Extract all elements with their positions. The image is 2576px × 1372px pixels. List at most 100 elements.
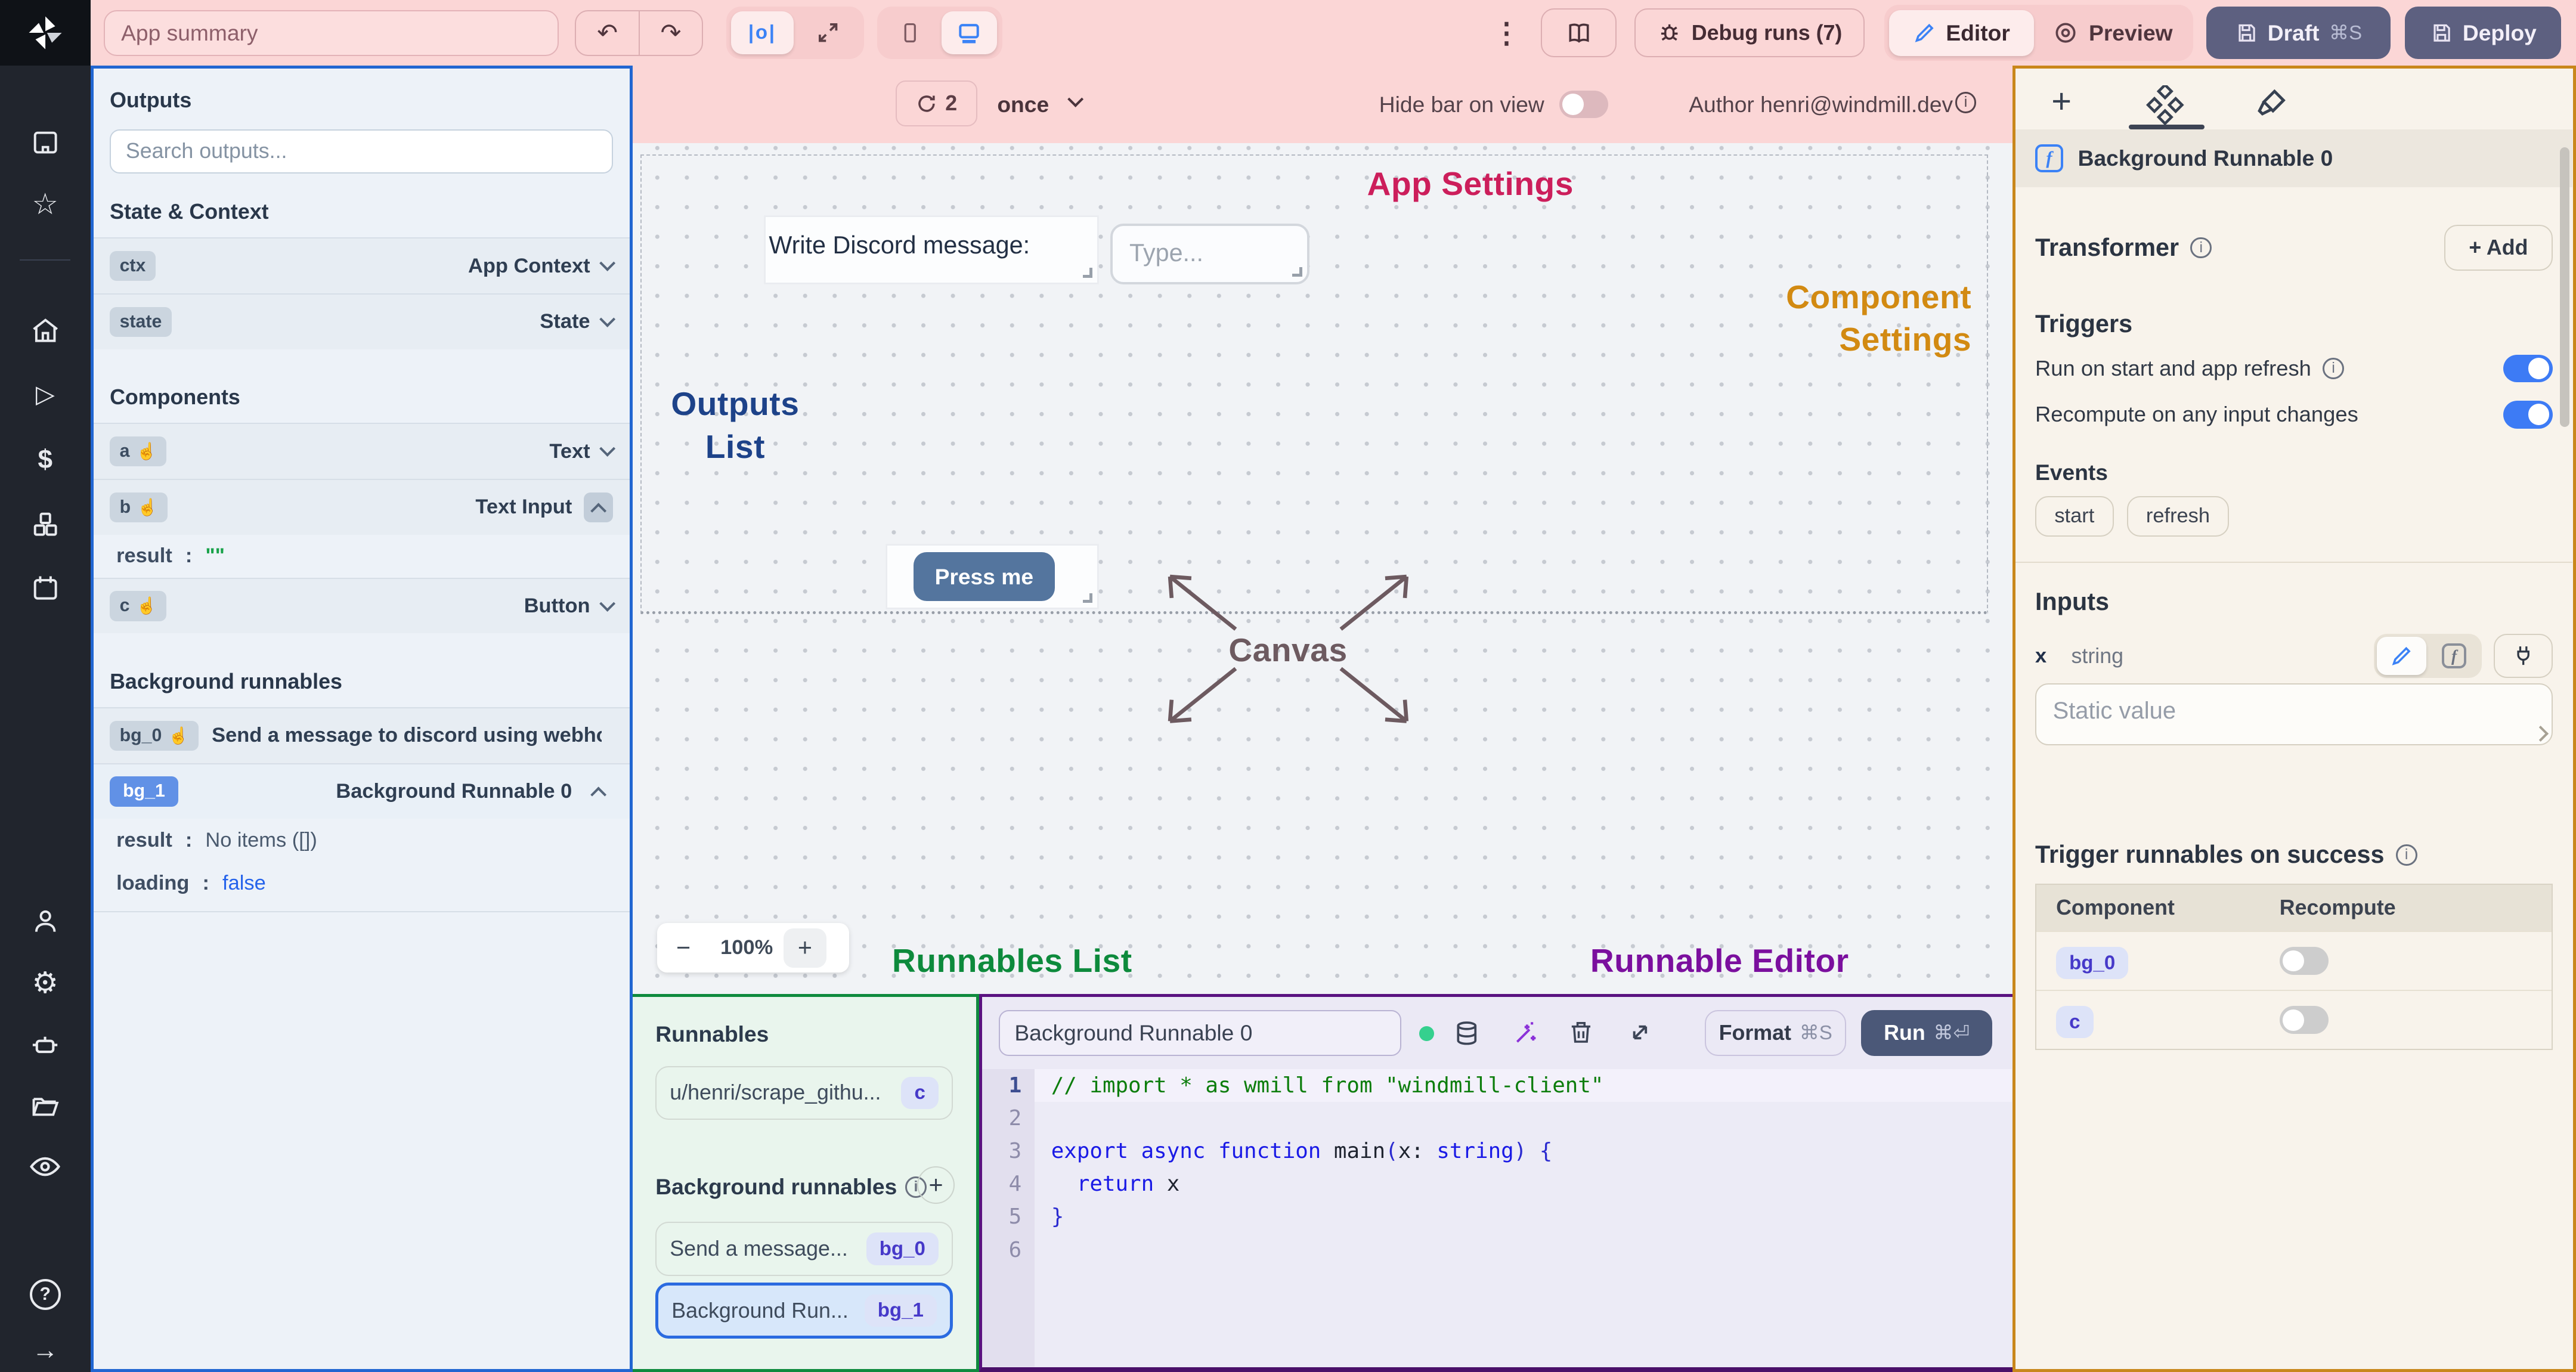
- centered-layout-icon[interactable]: [731, 11, 794, 54]
- draft-button[interactable]: Draft ⌘S: [2206, 7, 2391, 60]
- home-icon[interactable]: [0, 307, 91, 353]
- info-icon[interactable]: [2395, 844, 2417, 866]
- recompute-toggle[interactable]: [2279, 947, 2329, 975]
- variables-dollar-icon[interactable]: [0, 437, 91, 483]
- event-start-button[interactable]: start: [2035, 495, 2114, 537]
- static-value-textarea[interactable]: Static value: [2035, 683, 2553, 746]
- output-row-ctx[interactable]: ctx App Context: [93, 237, 630, 293]
- resize-handle[interactable]: [1292, 267, 1302, 277]
- runnable-name-input[interactable]: Background Runnable 0: [998, 1009, 1401, 1056]
- resize-handle[interactable]: [1082, 593, 1093, 603]
- chevron-up-icon[interactable]: [584, 777, 614, 807]
- tab-theme-brush-icon[interactable]: [2253, 85, 2290, 122]
- runnable-item-badge: bg_0: [866, 1232, 939, 1265]
- settings-gear-icon[interactable]: [0, 959, 91, 1005]
- runnable-item-bg1-selected[interactable]: Background Run... bg_1: [655, 1283, 953, 1339]
- undo-icon[interactable]: [576, 11, 638, 55]
- schedules-calendar-icon[interactable]: [0, 565, 91, 611]
- chevron-down-icon[interactable]: [599, 595, 616, 612]
- draft-shortcut: ⌘S: [2329, 22, 2363, 45]
- folders-icon[interactable]: [0, 1083, 91, 1129]
- workers-robot-icon[interactable]: [0, 1022, 91, 1068]
- runs-play-icon[interactable]: [0, 371, 91, 417]
- static-mode-pencil-icon[interactable]: [2377, 637, 2426, 675]
- recompute-toggle[interactable]: [2503, 400, 2553, 429]
- input-mode-segmented: [2373, 633, 2482, 679]
- tab-add-component[interactable]: +: [2042, 82, 2081, 121]
- discord-text-component[interactable]: Write Discord message:: [765, 216, 1098, 283]
- tab-editor[interactable]: Editor: [1889, 10, 2034, 56]
- selected-component-header[interactable]: Background Runnable 0: [2015, 129, 2572, 187]
- nav-divider: [20, 259, 71, 261]
- database-icon[interactable]: [1452, 1018, 1482, 1048]
- format-button[interactable]: Format ⌘S: [1705, 1009, 1847, 1056]
- connect-plug-icon[interactable]: [2493, 633, 2553, 679]
- chevron-down-icon[interactable]: [599, 311, 616, 328]
- debug-runs-button[interactable]: Debug runs (7): [1634, 8, 1865, 58]
- add-runnable-button[interactable]: +: [917, 1166, 955, 1204]
- zoom-in-button[interactable]: +: [784, 928, 826, 968]
- scrollbar-thumb[interactable]: [2559, 147, 2570, 427]
- event-refresh-button[interactable]: refresh: [2126, 495, 2230, 537]
- mobile-view-icon[interactable]: [882, 11, 938, 54]
- history-group: [575, 10, 704, 56]
- favorites-star-icon[interactable]: [0, 181, 91, 227]
- output-row-a[interactable]: a Text: [93, 423, 630, 479]
- ai-wand-icon[interactable]: [1511, 1018, 1541, 1048]
- run-on-start-toggle[interactable]: [2503, 354, 2553, 383]
- chevron-up-icon[interactable]: [583, 492, 614, 522]
- output-row-c[interactable]: c Button: [93, 577, 630, 634]
- message-text-input[interactable]: Type...: [1110, 223, 1309, 284]
- output-row-state[interactable]: state State: [93, 293, 630, 349]
- bg1-result-row: result: No items ([]): [93, 819, 630, 862]
- chevron-down-icon[interactable]: [599, 441, 616, 457]
- fullscreen-layout-icon[interactable]: [797, 11, 859, 54]
- output-row-bg1[interactable]: bg_1 Background Runnable 0: [93, 763, 630, 819]
- app-summary-input[interactable]: App summary: [103, 10, 559, 56]
- audit-eye-icon[interactable]: [0, 1144, 91, 1190]
- editor-code[interactable]: // import * as wmill from "windmill-clie…: [1035, 1069, 2012, 1367]
- annotation-runnable-editor: Runnable Editor: [1590, 941, 1849, 979]
- eval-mode-function-icon[interactable]: [2429, 637, 2479, 674]
- press-me-button[interactable]: Press me: [913, 552, 1055, 602]
- users-person-icon[interactable]: [0, 899, 91, 944]
- run-button[interactable]: Run ⌘⏎: [1861, 1009, 1993, 1056]
- windmill-logo[interactable]: [0, 0, 91, 66]
- resources-cubes-icon[interactable]: [0, 501, 91, 547]
- trash-icon[interactable]: [1567, 1018, 1595, 1046]
- book-icon: [1569, 23, 1589, 43]
- inputs-heading: Inputs: [2035, 587, 2109, 615]
- search-outputs-input[interactable]: Search outputs...: [110, 129, 614, 174]
- desktop-view-icon[interactable]: [941, 11, 998, 54]
- zoom-out-button[interactable]: −: [657, 934, 710, 962]
- code-editor[interactable]: 123456 // import * as wmill from "windmi…: [982, 1069, 2012, 1367]
- resize-handle[interactable]: [2532, 725, 2549, 742]
- recompute-toggle[interactable]: [2279, 1006, 2329, 1035]
- output-row-b[interactable]: b Text Input: [93, 478, 630, 535]
- resize-handle[interactable]: [1082, 268, 1093, 278]
- expand-editor-icon[interactable]: [1626, 1018, 1654, 1046]
- info-icon[interactable]: [1955, 92, 1977, 114]
- docs-button[interactable]: [1541, 8, 1617, 58]
- help-icon[interactable]: [0, 1271, 91, 1317]
- add-transformer-button[interactable]: + Add: [2444, 224, 2553, 271]
- redo-icon[interactable]: [638, 11, 702, 55]
- kebab-menu-icon[interactable]: [1487, 13, 1526, 52]
- runnable-item-c[interactable]: u/henri/scrape_githu... c: [655, 1066, 953, 1120]
- col-recompute: Recompute: [2279, 895, 2396, 919]
- tab-preview[interactable]: Preview: [2037, 10, 2188, 56]
- expand-sidebar-icon[interactable]: [0, 1327, 91, 1371]
- refresh-count-box[interactable]: 2: [895, 80, 978, 127]
- frequency-dropdown[interactable]: once: [997, 92, 1049, 117]
- workspace-building-icon[interactable]: [0, 120, 91, 166]
- tab-components-diamonds-icon[interactable]: [2144, 85, 2187, 125]
- deploy-button[interactable]: Deploy: [2405, 7, 2562, 60]
- col-component: Component: [2056, 895, 2175, 919]
- chevron-down-icon[interactable]: [599, 255, 616, 272]
- info-icon[interactable]: [2323, 358, 2344, 379]
- c-type-label: Button: [524, 594, 590, 617]
- hide-bar-toggle[interactable]: [1559, 90, 1609, 119]
- info-icon[interactable]: [2190, 237, 2212, 259]
- runnable-item-bg0[interactable]: Send a message... bg_0: [655, 1222, 953, 1277]
- output-row-bg0[interactable]: bg_0 Send a message to discord using web…: [93, 707, 630, 763]
